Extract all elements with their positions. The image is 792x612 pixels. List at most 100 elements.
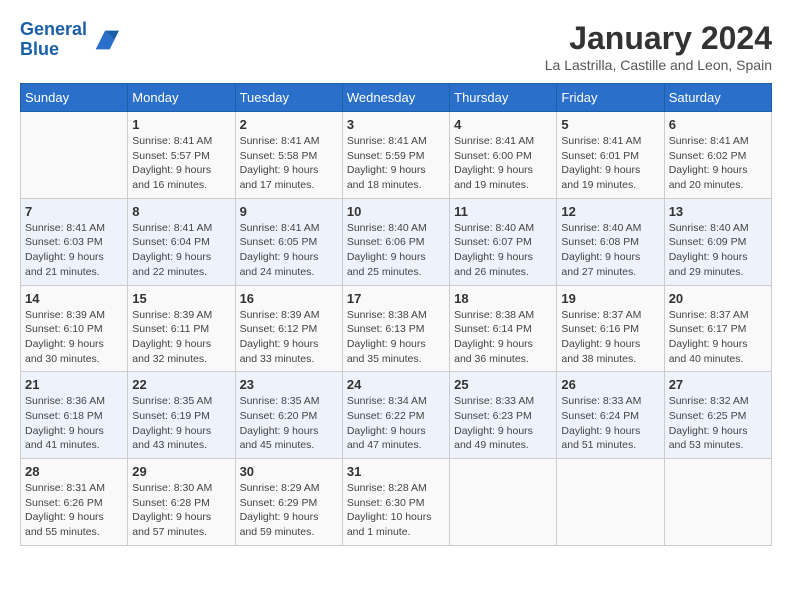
calendar-body: 1 Sunrise: 8:41 AMSunset: 5:57 PMDaylight…: [21, 112, 772, 546]
logo: General Blue: [20, 20, 119, 60]
day-header-wednesday: Wednesday: [342, 84, 449, 112]
calendar-cell: 13 Sunrise: 8:40 AMSunset: 6:09 PMDayligh…: [664, 198, 771, 285]
day-number: 16: [240, 291, 338, 306]
logo-text: General Blue: [20, 20, 87, 60]
day-detail: Sunrise: 8:36 AMSunset: 6:18 PMDaylight:…: [25, 394, 123, 453]
day-number: 11: [454, 204, 552, 219]
calendar-cell: 12Sunrise: 8:40 AMSunset: 6:08 PMDayligh…: [557, 198, 664, 285]
calendar-week-row: 1 Sunrise: 8:41 AMSunset: 5:57 PMDaylight…: [21, 112, 772, 199]
day-number: 25: [454, 377, 552, 392]
calendar-cell: 22 Sunrise: 8:35 AMSunset: 6:19 PMDayligh…: [128, 372, 235, 459]
day-number: 6: [669, 117, 767, 132]
day-detail: Sunrise: 8:40 AMSunset: 6:09 PMDaylight:…: [669, 221, 767, 280]
calendar-week-row: 14 Sunrise: 8:39 AMSunset: 6:10 PMDayligh…: [21, 285, 772, 372]
calendar-cell: 29Sunrise: 8:30 AMSunset: 6:28 PMDayligh…: [128, 459, 235, 546]
calendar-cell: 9 Sunrise: 8:41 AMSunset: 6:05 PMDaylight…: [235, 198, 342, 285]
calendar-cell: 30 Sunrise: 8:29 AMSunset: 6:29 PMDayligh…: [235, 459, 342, 546]
page-header: General Blue January 2024 La Lastrilla, …: [20, 20, 772, 73]
day-number: 1: [132, 117, 230, 132]
calendar-header: SundayMondayTuesdayWednesdayThursdayFrid…: [21, 84, 772, 112]
calendar-cell: 8 Sunrise: 8:41 AMSunset: 6:04 PMDaylight…: [128, 198, 235, 285]
day-detail: Sunrise: 8:41 AMSunset: 5:59 PMDaylight:…: [347, 134, 445, 193]
calendar-cell: 31 Sunrise: 8:28 AMSunset: 6:30 PMDayligh…: [342, 459, 449, 546]
day-detail: Sunrise: 8:35 AMSunset: 6:20 PMDaylight:…: [240, 394, 338, 453]
day-number: 8: [132, 204, 230, 219]
day-header-friday: Friday: [557, 84, 664, 112]
day-number: 14: [25, 291, 123, 306]
day-detail: Sunrise: 8:40 AMSunset: 6:07 PMDaylight:…: [454, 221, 552, 280]
day-detail: Sunrise: 8:41 AMSunset: 6:00 PMDaylight:…: [454, 134, 552, 193]
day-number: 28: [25, 464, 123, 479]
day-detail: Sunrise: 8:31 AMSunset: 6:26 PMDaylight:…: [25, 481, 123, 540]
calendar-cell: 5 Sunrise: 8:41 AMSunset: 6:01 PMDaylight…: [557, 112, 664, 199]
calendar-week-row: 7 Sunrise: 8:41 AMSunset: 6:03 PMDaylight…: [21, 198, 772, 285]
calendar-cell: 28 Sunrise: 8:31 AMSunset: 6:26 PMDayligh…: [21, 459, 128, 546]
location-subtitle: La Lastrilla, Castille and Leon, Spain: [545, 57, 772, 73]
day-number: 22: [132, 377, 230, 392]
day-detail: Sunrise: 8:37 AMSunset: 6:16 PMDaylight:…: [561, 308, 659, 367]
calendar-cell: [450, 459, 557, 546]
day-detail: Sunrise: 8:29 AMSunset: 6:29 PMDaylight:…: [240, 481, 338, 540]
day-detail: Sunrise: 8:41 AMSunset: 6:05 PMDaylight:…: [240, 221, 338, 280]
calendar-cell: 27 Sunrise: 8:32 AMSunset: 6:25 PMDayligh…: [664, 372, 771, 459]
day-number: 24: [347, 377, 445, 392]
logo-icon: [91, 26, 119, 54]
calendar-week-row: 28 Sunrise: 8:31 AMSunset: 6:26 PMDayligh…: [21, 459, 772, 546]
calendar-cell: 10Sunrise: 8:40 AMSunset: 6:06 PMDayligh…: [342, 198, 449, 285]
day-header-tuesday: Tuesday: [235, 84, 342, 112]
day-detail: Sunrise: 8:32 AMSunset: 6:25 PMDaylight:…: [669, 394, 767, 453]
day-detail: Sunrise: 8:38 AMSunset: 6:14 PMDaylight:…: [454, 308, 552, 367]
day-number: 31: [347, 464, 445, 479]
title-block: January 2024 La Lastrilla, Castille and …: [545, 20, 772, 73]
day-detail: Sunrise: 8:41 AMSunset: 6:02 PMDaylight:…: [669, 134, 767, 193]
calendar-cell: 18Sunrise: 8:38 AMSunset: 6:14 PMDayligh…: [450, 285, 557, 372]
calendar-cell: 16Sunrise: 8:39 AMSunset: 6:12 PMDayligh…: [235, 285, 342, 372]
day-header-monday: Monday: [128, 84, 235, 112]
day-number: 17: [347, 291, 445, 306]
day-number: 4: [454, 117, 552, 132]
day-number: 27: [669, 377, 767, 392]
calendar-cell: 1 Sunrise: 8:41 AMSunset: 5:57 PMDaylight…: [128, 112, 235, 199]
calendar-cell: 21 Sunrise: 8:36 AMSunset: 6:18 PMDayligh…: [21, 372, 128, 459]
day-detail: Sunrise: 8:37 AMSunset: 6:17 PMDaylight:…: [669, 308, 767, 367]
day-number: 7: [25, 204, 123, 219]
day-number: 13: [669, 204, 767, 219]
day-number: 2: [240, 117, 338, 132]
calendar-cell: 7 Sunrise: 8:41 AMSunset: 6:03 PMDaylight…: [21, 198, 128, 285]
calendar-cell: [557, 459, 664, 546]
day-number: 21: [25, 377, 123, 392]
day-number: 20: [669, 291, 767, 306]
calendar-cell: 3 Sunrise: 8:41 AMSunset: 5:59 PMDaylight…: [342, 112, 449, 199]
calendar-cell: 6 Sunrise: 8:41 AMSunset: 6:02 PMDaylight…: [664, 112, 771, 199]
day-header-saturday: Saturday: [664, 84, 771, 112]
day-number: 19: [561, 291, 659, 306]
day-detail: Sunrise: 8:35 AMSunset: 6:19 PMDaylight:…: [132, 394, 230, 453]
calendar-cell: 23Sunrise: 8:35 AMSunset: 6:20 PMDayligh…: [235, 372, 342, 459]
day-detail: Sunrise: 8:41 AMSunset: 5:57 PMDaylight:…: [132, 134, 230, 193]
day-header-row: SundayMondayTuesdayWednesdayThursdayFrid…: [21, 84, 772, 112]
day-detail: Sunrise: 8:41 AMSunset: 6:03 PMDaylight:…: [25, 221, 123, 280]
day-number: 15: [132, 291, 230, 306]
day-number: 12: [561, 204, 659, 219]
day-number: 30: [240, 464, 338, 479]
day-number: 3: [347, 117, 445, 132]
day-detail: Sunrise: 8:39 AMSunset: 6:10 PMDaylight:…: [25, 308, 123, 367]
day-detail: Sunrise: 8:28 AMSunset: 6:30 PMDaylight:…: [347, 481, 445, 540]
day-detail: Sunrise: 8:34 AMSunset: 6:22 PMDaylight:…: [347, 394, 445, 453]
calendar-cell: 26Sunrise: 8:33 AMSunset: 6:24 PMDayligh…: [557, 372, 664, 459]
day-detail: Sunrise: 8:41 AMSunset: 6:04 PMDaylight:…: [132, 221, 230, 280]
day-detail: Sunrise: 8:40 AMSunset: 6:06 PMDaylight:…: [347, 221, 445, 280]
calendar-cell: 14 Sunrise: 8:39 AMSunset: 6:10 PMDayligh…: [21, 285, 128, 372]
day-detail: Sunrise: 8:39 AMSunset: 6:11 PMDaylight:…: [132, 308, 230, 367]
day-number: 9: [240, 204, 338, 219]
calendar-cell: 11 Sunrise: 8:40 AMSunset: 6:07 PMDayligh…: [450, 198, 557, 285]
day-number: 5: [561, 117, 659, 132]
calendar-table: SundayMondayTuesdayWednesdayThursdayFrid…: [20, 83, 772, 546]
calendar-cell: 25 Sunrise: 8:33 AMSunset: 6:23 PMDayligh…: [450, 372, 557, 459]
calendar-cell: [21, 112, 128, 199]
calendar-week-row: 21 Sunrise: 8:36 AMSunset: 6:18 PMDayligh…: [21, 372, 772, 459]
day-header-thursday: Thursday: [450, 84, 557, 112]
day-detail: Sunrise: 8:33 AMSunset: 6:23 PMDaylight:…: [454, 394, 552, 453]
day-detail: Sunrise: 8:41 AMSunset: 6:01 PMDaylight:…: [561, 134, 659, 193]
calendar-cell: 17Sunrise: 8:38 AMSunset: 6:13 PMDayligh…: [342, 285, 449, 372]
